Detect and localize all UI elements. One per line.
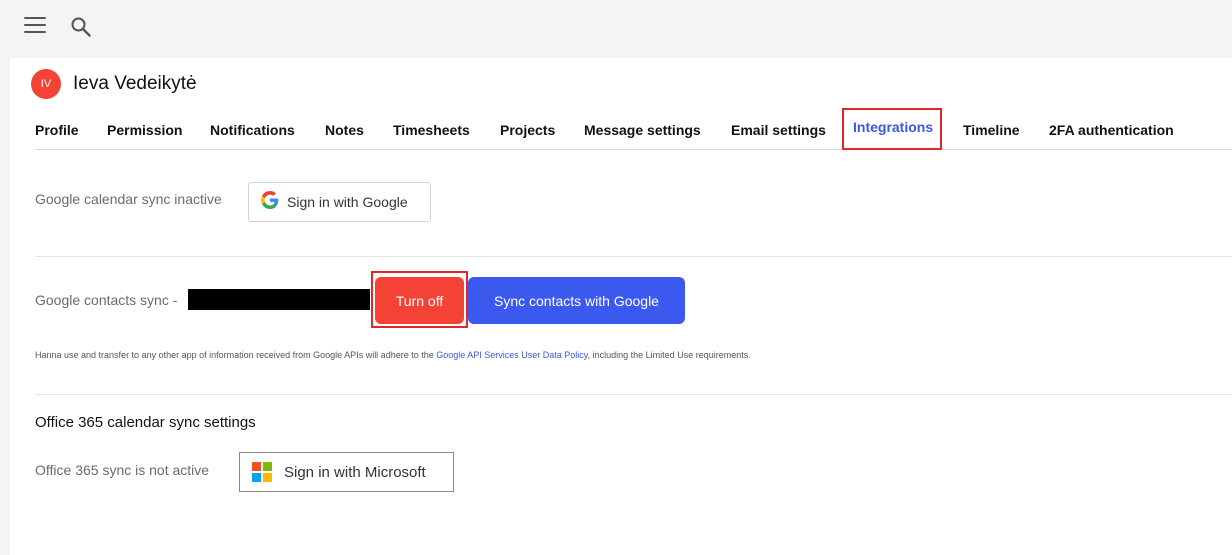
policy-text-after: , including the Limited Use requirements… bbox=[587, 350, 751, 360]
microsoft-sign-in-button[interactable]: Sign in with Microsoft bbox=[239, 452, 454, 492]
top-bar bbox=[0, 0, 1232, 58]
tab-permission[interactable]: Permission bbox=[107, 111, 182, 150]
tab-timesheets[interactable]: Timesheets bbox=[393, 111, 470, 150]
section-divider bbox=[35, 394, 1232, 395]
tab-message-settings[interactable]: Message settings bbox=[584, 111, 701, 150]
google-calendar-status: Google calendar sync inactive bbox=[35, 191, 222, 207]
google-logo-icon bbox=[261, 190, 279, 214]
microsoft-logo-icon bbox=[252, 462, 272, 482]
redacted-block bbox=[188, 289, 370, 310]
search-icon[interactable] bbox=[70, 16, 92, 38]
policy-text: Hanna use and transfer to any other app … bbox=[35, 350, 751, 360]
turn-off-button[interactable]: Turn off bbox=[375, 277, 464, 324]
microsoft-sign-in-label: Sign in with Microsoft bbox=[284, 463, 426, 481]
user-header: IV Ieva Vedeikytė bbox=[31, 69, 197, 99]
tab-timeline[interactable]: Timeline bbox=[963, 111, 1020, 150]
google-sign-in-button[interactable]: Sign in with Google bbox=[248, 182, 431, 222]
tab-projects[interactable]: Projects bbox=[500, 111, 555, 150]
tab-profile[interactable]: Profile bbox=[35, 111, 79, 150]
section-divider bbox=[35, 256, 1232, 257]
tab-integrations[interactable]: Integrations bbox=[842, 108, 943, 150]
office365-status: Office 365 sync is not active bbox=[35, 462, 210, 478]
office365-title: Office 365 calendar sync settings bbox=[35, 414, 256, 431]
tab-2fa-authentication[interactable]: 2FA authentication bbox=[1049, 111, 1174, 150]
user-name: Ieva Vedeikytė bbox=[73, 73, 197, 94]
policy-text-before: Hanna use and transfer to any other app … bbox=[35, 350, 437, 360]
tab-email-settings[interactable]: Email settings bbox=[731, 111, 826, 150]
sync-contacts-button[interactable]: Sync contacts with Google bbox=[468, 277, 685, 324]
google-contacts-status: Google contacts sync - bbox=[35, 292, 178, 308]
profile-card: IV Ieva Vedeikytė Profile Permission Not… bbox=[10, 58, 1232, 555]
tab-notifications[interactable]: Notifications bbox=[210, 111, 295, 150]
menu-icon[interactable] bbox=[24, 17, 46, 37]
google-sign-in-label: Sign in with Google bbox=[287, 194, 408, 210]
tab-bar: Profile Permission Notifications Notes T… bbox=[35, 108, 1232, 150]
avatar: IV bbox=[31, 69, 61, 99]
tab-notes[interactable]: Notes bbox=[325, 111, 364, 150]
policy-link[interactable]: Google API Services User Data Policy bbox=[436, 350, 587, 360]
